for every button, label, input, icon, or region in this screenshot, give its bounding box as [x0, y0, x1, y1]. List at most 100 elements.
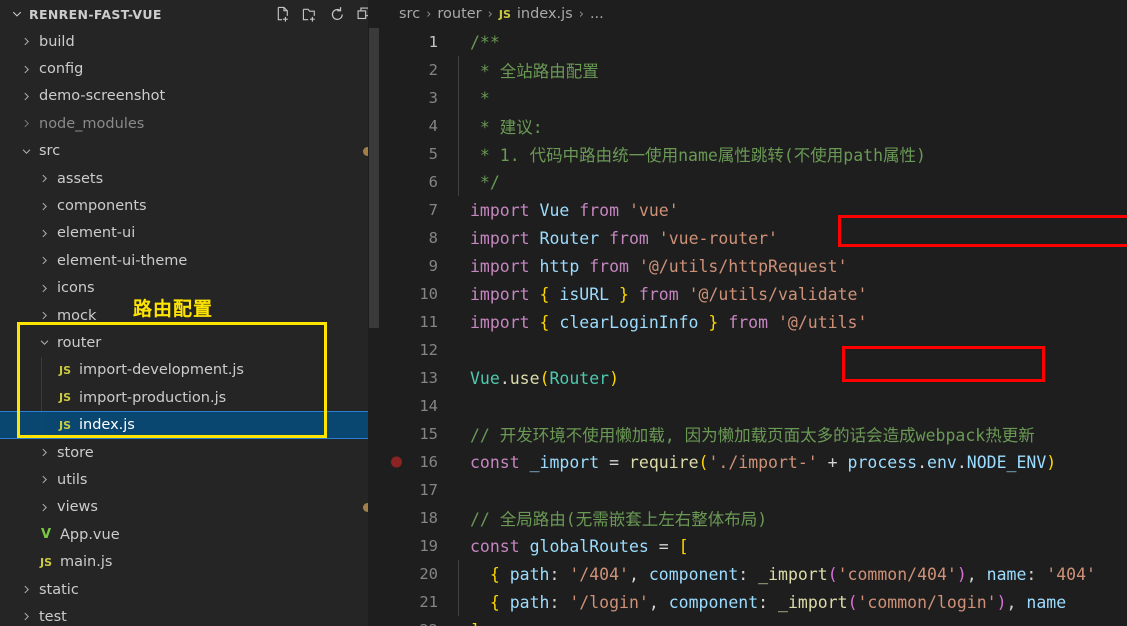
- tree-item-element-ui-theme[interactable]: element-ui-theme: [0, 247, 380, 274]
- tree-item-store[interactable]: store: [0, 439, 380, 466]
- tree-item-build[interactable]: build: [0, 28, 380, 55]
- code-line[interactable]: 5 * 1. 代码中路由统一使用name属性跳转(不使用path属性): [380, 140, 1127, 168]
- tree-item-import-production-js[interactable]: JS import-production.js: [0, 384, 380, 412]
- code-token: ): [1046, 452, 1057, 472]
- chevron-right-icon[interactable]: [18, 88, 35, 105]
- code-text: * 1. 代码中路由统一使用name属性跳转(不使用path属性): [452, 142, 926, 166]
- tree-item-node-modules[interactable]: node_modules: [0, 110, 380, 137]
- chevron-right-icon[interactable]: [18, 581, 35, 598]
- code-line[interactable]: 19 const globalRoutes = [: [380, 532, 1127, 560]
- chevron-right-icon[interactable]: [18, 608, 35, 625]
- breakpoint-icon[interactable]: [391, 456, 402, 468]
- tree-item-assets[interactable]: assets: [0, 165, 380, 192]
- code-token: * 1. 代码中路由统一使用name属性跳转(不使用path属性): [470, 146, 926, 165]
- refresh-icon[interactable]: [327, 4, 347, 24]
- code-line[interactable]: 18 // 全局路由(无需嵌套上左右整体布局): [380, 504, 1127, 532]
- line-number: 8: [428, 229, 438, 247]
- breadcrumb-item-src[interactable]: src: [399, 6, 420, 22]
- code-token: // 全局路由(无需嵌套上左右整体布局): [470, 510, 768, 529]
- sidebar-scrollbar[interactable]: [368, 0, 380, 626]
- tree-item-element-ui[interactable]: element-ui: [0, 220, 380, 247]
- chevron-right-icon[interactable]: [18, 33, 35, 50]
- chevron-right-icon[interactable]: [36, 499, 53, 516]
- code-token: (: [827, 564, 838, 584]
- indent-guide: [458, 84, 459, 112]
- code-line[interactable]: 22]: [380, 616, 1127, 626]
- indent-guide: [41, 384, 42, 412]
- code-line[interactable]: 12: [380, 336, 1127, 364]
- editor-scrollbar[interactable]: [1117, 28, 1127, 626]
- chevron-right-icon[interactable]: [36, 225, 53, 242]
- code-line[interactable]: 21 { path: '/login', component: _import(…: [380, 588, 1127, 616]
- code-token: :: [549, 564, 570, 584]
- chevron-right-icon[interactable]: [36, 252, 53, 269]
- code-editor[interactable]: 1/** 2 * 全站路由配置 3 * 4 * 建议: 5 * 1. 代码中路由统一使用…: [380, 28, 1127, 626]
- tree-item-label: components: [57, 198, 147, 215]
- tree-item-static[interactable]: static: [0, 576, 380, 603]
- code-line[interactable]: 16 const _import = require('./import-' + …: [380, 448, 1127, 476]
- chevron-down-icon[interactable]: [8, 5, 26, 23]
- tree-item-label: index.js: [79, 417, 135, 434]
- tree-item-app-vue[interactable]: V App.vue: [0, 521, 380, 548]
- tree-item-label: import-production.js: [79, 389, 227, 406]
- code-line[interactable]: 10 import { isURL } from '@/utils/validat…: [380, 280, 1127, 308]
- new-file-icon[interactable]: [273, 4, 293, 24]
- tree-item-icons[interactable]: icons: [0, 275, 380, 302]
- tree-item-mock[interactable]: mock: [0, 302, 380, 329]
- code-token: require: [628, 452, 699, 472]
- code-line[interactable]: 15 // 开发环境不使用懒加载, 因为懒加载页面太多的话会造成webpack热更…: [380, 420, 1127, 448]
- code-token: }: [609, 284, 639, 304]
- chevron-right-icon[interactable]: [18, 115, 35, 132]
- code-line[interactable]: 20 { path: '/404', component: _import('c…: [380, 560, 1127, 588]
- line-number: 7: [428, 201, 438, 219]
- chevron-down-icon[interactable]: [36, 334, 53, 351]
- code-token: =: [609, 452, 629, 472]
- tree-item-label: store: [57, 444, 94, 461]
- tree-item-utils[interactable]: utils: [0, 466, 380, 493]
- code-line[interactable]: 8 import Router from 'vue-router': [380, 224, 1127, 252]
- chevron-right-icon[interactable]: [18, 61, 35, 78]
- code-line[interactable]: 17: [380, 476, 1127, 504]
- chevron-right-icon[interactable]: [36, 170, 53, 187]
- code-line[interactable]: 4 * 建议:: [380, 112, 1127, 140]
- chevron-right-icon[interactable]: [36, 471, 53, 488]
- chevron-right-icon[interactable]: [36, 307, 53, 324]
- tree-item-components[interactable]: components: [0, 192, 380, 219]
- code-token: :: [738, 564, 759, 584]
- tree-item-import-development-js[interactable]: JS import-development.js: [0, 356, 380, 385]
- code-token: import: [470, 312, 540, 332]
- explorer-title: RENREN-FAST-VUE: [29, 6, 162, 22]
- code-token: from: [609, 228, 659, 248]
- code-line[interactable]: 13 Vue.use(Router): [380, 364, 1127, 392]
- tree-item-test[interactable]: test: [0, 603, 380, 626]
- chevron-right-icon[interactable]: [36, 280, 53, 297]
- indent-guide: [458, 588, 459, 616]
- breadcrumb-item-index-js[interactable]: index.js: [517, 6, 573, 22]
- tree-item-main-js[interactable]: JS main.js: [0, 548, 380, 575]
- code-line[interactable]: 1 /**: [380, 28, 1127, 56]
- tree-item-demo-screenshot[interactable]: demo-screenshot: [0, 83, 380, 110]
- tree-item-src[interactable]: src: [0, 138, 380, 165]
- chevron-right-icon[interactable]: [36, 444, 53, 461]
- new-folder-icon[interactable]: [300, 4, 320, 24]
- breadcrumb[interactable]: src › router › JS index.js ›...: [380, 0, 1127, 28]
- code-line[interactable]: 3 *: [380, 84, 1127, 112]
- code-line[interactable]: 9 import http from '@/utils/httpRequest': [380, 252, 1127, 280]
- code-line[interactable]: 11 import { clearLoginInfo } from '@/util…: [380, 308, 1127, 336]
- tree-item-router[interactable]: router: [0, 329, 380, 356]
- code-token: .: [956, 452, 967, 472]
- code-line[interactable]: 14: [380, 392, 1127, 420]
- code-token: import: [470, 284, 540, 304]
- breadcrumb-item-router[interactable]: router: [437, 6, 481, 22]
- sidebar-scrollbar-thumb[interactable]: [369, 28, 379, 328]
- breadcrumb-item--[interactable]: ...: [590, 6, 604, 22]
- chevron-right-icon[interactable]: [36, 198, 53, 215]
- tree-item-views[interactable]: views: [0, 494, 380, 521]
- code-line[interactable]: 6 */: [380, 168, 1127, 196]
- tree-item-index-js[interactable]: JS index.js: [0, 411, 380, 439]
- chevron-down-icon[interactable]: [18, 143, 35, 160]
- code-line[interactable]: 2 * 全站路由配置: [380, 56, 1127, 84]
- code-line[interactable]: 7 import Vue from 'vue': [380, 196, 1127, 224]
- file-tree: build config demo-screenshot node_modules sr…: [0, 28, 380, 626]
- tree-item-config[interactable]: config: [0, 55, 380, 82]
